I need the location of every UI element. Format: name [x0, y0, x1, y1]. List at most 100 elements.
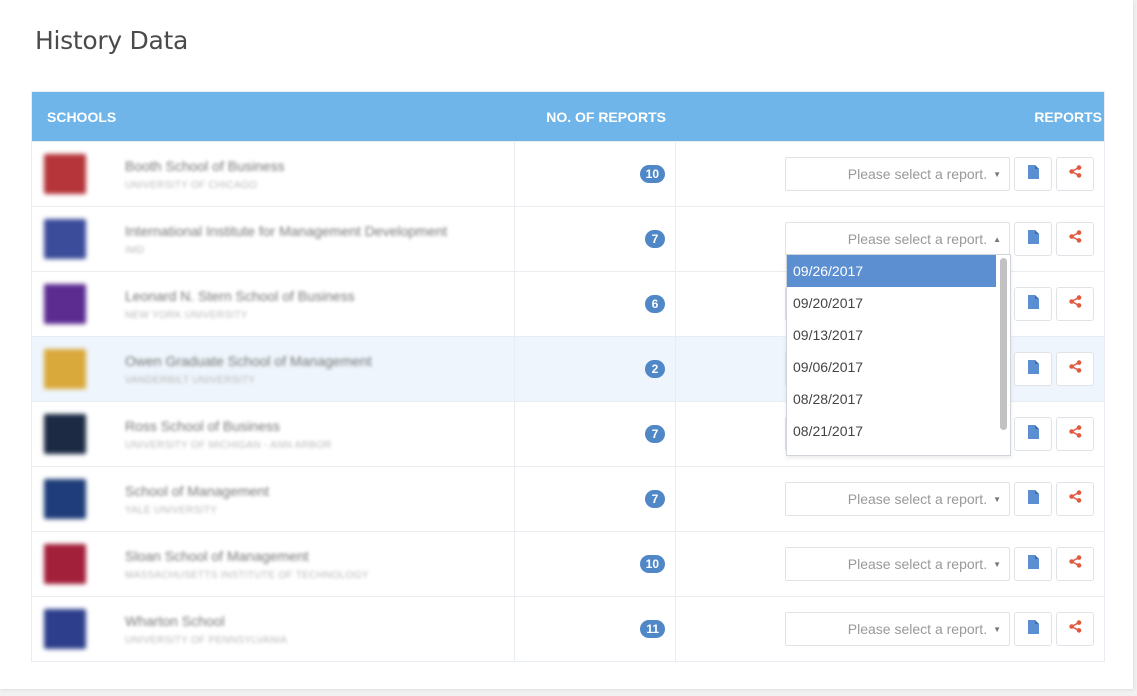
table-header: SCHOOLS NO. OF REPORTS REPORTS [32, 92, 1104, 141]
table-row: School of Management Yale University 7 P… [32, 466, 1104, 531]
share-report-button[interactable] [1056, 482, 1094, 516]
history-card: History Data SCHOOLS NO. OF REPORTS REPO… [0, 0, 1133, 689]
dropdown-scrollbar[interactable] [1000, 258, 1007, 430]
header-schools: SCHOOLS [47, 108, 117, 125]
school-university: IMD [125, 244, 145, 256]
school-cell: Sloan School of Management Massachusetts… [32, 532, 515, 596]
school-cell: School of Management Yale University [32, 467, 515, 531]
share-report-button[interactable] [1056, 287, 1094, 321]
school-name: Sloan School of Management [125, 547, 309, 564]
file-icon [1027, 164, 1039, 184]
report-count-cell: 10 [515, 532, 676, 596]
share-icon [1068, 230, 1082, 248]
school-name: Wharton School [125, 612, 225, 629]
report-count-cell: 2 [515, 337, 676, 401]
view-report-button[interactable] [1014, 157, 1052, 191]
dropdown-option[interactable]: 09/20/2017 [787, 287, 996, 319]
school-name: International Institute for Management D… [125, 222, 448, 239]
report-count-cell: 6 [515, 272, 676, 336]
dropdown-option[interactable]: 09/26/2017 [787, 255, 996, 287]
reports-cell: Please select a report. ▼ [676, 467, 1104, 531]
school-university: University of Michigan - Ann Arbor [125, 439, 332, 451]
caret-down-icon: ▼ [993, 494, 1001, 504]
share-report-button[interactable] [1056, 222, 1094, 256]
table-row: Booth School of Business University of C… [32, 141, 1104, 206]
report-select[interactable]: Please select a report. ▼ [785, 612, 1010, 646]
share-icon [1068, 295, 1082, 313]
file-icon [1027, 489, 1039, 509]
file-icon [1027, 619, 1039, 639]
view-report-button[interactable] [1014, 417, 1052, 451]
view-report-button[interactable] [1014, 287, 1052, 321]
school-logo [44, 284, 86, 324]
report-select[interactable]: Please select a report. ▲ [785, 222, 1010, 256]
school-logo [44, 414, 86, 454]
school-logo [44, 609, 86, 649]
share-report-button[interactable] [1056, 157, 1094, 191]
school-cell: International Institute for Management D… [32, 207, 515, 271]
share-report-button[interactable] [1056, 417, 1094, 451]
report-count-cell: 10 [515, 142, 676, 206]
caret-up-icon: ▲ [993, 234, 1001, 244]
file-icon [1027, 554, 1039, 574]
dropdown-option[interactable]: 09/13/2017 [787, 319, 996, 351]
share-icon [1068, 555, 1082, 573]
file-icon [1027, 359, 1039, 379]
school-cell: Owen Graduate School of Management Vande… [32, 337, 515, 401]
report-count-badge: 7 [645, 425, 665, 443]
school-logo [44, 219, 86, 259]
file-icon [1027, 229, 1039, 249]
reports-cell: Please select a report. ▼ [676, 597, 1104, 661]
report-count-cell: 7 [515, 207, 676, 271]
report-select-placeholder: Please select a report. [847, 491, 988, 507]
share-icon [1068, 425, 1082, 443]
caret-down-icon: ▼ [993, 559, 1001, 569]
school-logo [44, 349, 86, 389]
header-reports: REPORTS [1034, 108, 1102, 125]
report-count-badge: 6 [645, 295, 665, 313]
view-report-button[interactable] [1014, 547, 1052, 581]
view-report-button[interactable] [1014, 222, 1052, 256]
report-select-placeholder: Please select a report. [847, 231, 988, 247]
report-select-placeholder: Please select a report. [847, 621, 988, 637]
school-name: Booth School of Business [125, 157, 285, 174]
report-select[interactable]: Please select a report. ▼ [785, 547, 1010, 581]
table-row: Wharton School University of Pennsylvani… [32, 596, 1104, 661]
report-count-badge: 10 [639, 165, 665, 183]
reports-cell: Please select a report. ▼ [676, 142, 1104, 206]
share-icon [1068, 490, 1082, 508]
share-icon [1068, 620, 1082, 638]
share-report-button[interactable] [1056, 352, 1094, 386]
table-row: Sloan School of Management Massachusetts… [32, 531, 1104, 596]
view-report-button[interactable] [1014, 482, 1052, 516]
school-cell: Ross School of Business University of Mi… [32, 402, 515, 466]
school-name: Leonard N. Stern School of Business [125, 287, 355, 304]
page-title: History Data [35, 26, 188, 55]
school-logo [44, 154, 86, 194]
share-report-button[interactable] [1056, 612, 1094, 646]
header-report-count: NO. OF REPORTS [546, 108, 666, 125]
school-name: Owen Graduate School of Management [125, 352, 372, 369]
share-report-button[interactable] [1056, 547, 1094, 581]
view-report-button[interactable] [1014, 352, 1052, 386]
report-count-badge: 11 [640, 620, 665, 638]
report-count-badge: 7 [645, 490, 665, 508]
dropdown-option[interactable]: 09/06/2017 [787, 351, 996, 383]
school-cell: Leonard N. Stern School of Business New … [32, 272, 515, 336]
school-cell: Booth School of Business University of C… [32, 142, 515, 206]
view-report-button[interactable] [1014, 612, 1052, 646]
caret-down-icon: ▼ [993, 624, 1001, 634]
dropdown-option[interactable]: 08/21/2017 [787, 415, 996, 447]
report-count-badge: 2 [645, 360, 665, 378]
share-icon [1068, 360, 1082, 378]
report-dropdown-menu[interactable]: 09/26/2017 09/20/2017 09/13/2017 09/06/2017… [786, 254, 1011, 456]
school-cell: Wharton School University of Pennsylvani… [32, 597, 515, 661]
school-name: School of Management [125, 482, 269, 499]
school-university: Yale University [125, 504, 218, 516]
report-select[interactable]: Please select a report. ▼ [785, 157, 1010, 191]
report-select[interactable]: Please select a report. ▼ [785, 482, 1010, 516]
report-count-cell: 7 [515, 467, 676, 531]
dropdown-option[interactable]: 08/28/2017 [787, 383, 996, 415]
file-icon [1027, 294, 1039, 314]
reports-cell: Please select a report. ▼ [676, 532, 1104, 596]
